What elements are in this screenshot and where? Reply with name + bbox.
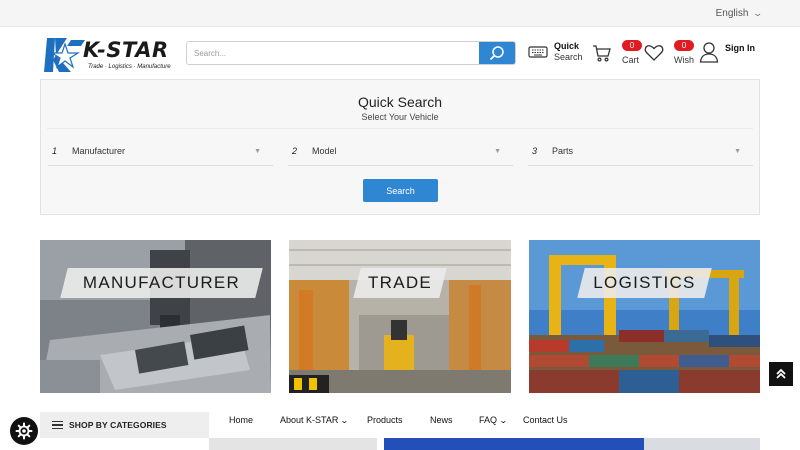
menu-icon	[52, 421, 63, 429]
port-image	[529, 240, 760, 393]
logo-tagline: Trade · Logistics · Manufacture	[88, 64, 171, 70]
parts-select[interactable]: 3 Parts ▼	[528, 141, 753, 166]
wish-label: Wish	[674, 55, 694, 65]
divider	[47, 128, 753, 129]
hero-banner-partial	[384, 438, 644, 450]
cart-count-badge: 0	[622, 40, 642, 51]
search-icon	[489, 46, 504, 61]
chevron-down-icon: ⌄	[340, 415, 350, 425]
chevron-down-icon: ⌄	[752, 8, 764, 18]
dropdown-arrow-icon: ▼	[734, 148, 741, 155]
quick-search-title: Quick Search	[357, 94, 443, 110]
nav-home[interactable]: Home	[229, 415, 253, 425]
nav-products[interactable]: Products	[367, 415, 403, 425]
site-header: K-STAR Trade · Logistics · Manufacture Q…	[0, 27, 800, 77]
quick-search-panel: Quick Search Select Your Vehicle 1 Manuf…	[40, 79, 760, 215]
search-bar	[186, 41, 516, 65]
nav-label: FAQ	[479, 415, 498, 425]
quick-search-link[interactable]: Quick Search	[528, 41, 583, 63]
select-label: Manufacturer	[72, 146, 126, 156]
cart-link[interactable]: 0 Cart	[592, 40, 648, 71]
nav-faq[interactable]: FAQ ⌄	[479, 415, 508, 425]
warehouse-image	[289, 240, 511, 393]
content-image-partial	[209, 438, 377, 450]
tile-manufacturer[interactable]: MANUFACTURER	[40, 240, 271, 393]
shop-by-categories-button[interactable]: SHOP BY CATEGORIES	[40, 412, 209, 438]
quick-search-label-2: Search	[554, 52, 583, 62]
step-number: 2	[292, 146, 298, 156]
chevron-down-icon: ⌄	[499, 415, 508, 425]
nav-about[interactable]: About K-STAR ⌄	[280, 415, 350, 425]
nav-contact[interactable]: Contact Us	[523, 415, 568, 425]
kstar-logo[interactable]: K-STAR Trade · Logistics · Manufacture	[41, 36, 176, 74]
quick-search-submit-button[interactable]: Search	[363, 179, 438, 202]
manufacturer-image	[40, 240, 271, 393]
manufacturer-select[interactable]: 1 Manufacturer ▼	[48, 141, 273, 166]
nav-label: Products	[367, 415, 403, 425]
categories-label: SHOP BY CATEGORIES	[69, 420, 167, 430]
sign-in-label: Sign In	[725, 42, 755, 53]
nav-label: About K-STAR	[280, 415, 339, 425]
arrow-up-icon	[776, 368, 786, 379]
tile-logistics[interactable]: LOGISTICS	[529, 240, 760, 393]
logo-wordmark: K-STAR	[83, 38, 169, 62]
nav-news[interactable]: News	[430, 415, 453, 425]
tile-label: MANUFACTURER	[82, 273, 241, 292]
nav-label: Home	[229, 415, 254, 425]
select-label: Model	[312, 146, 337, 156]
star-logo-icon	[44, 38, 85, 72]
dropdown-arrow-icon: ▼	[254, 148, 261, 155]
sign-in-link[interactable]: Sign In	[699, 41, 755, 63]
search-button[interactable]	[479, 42, 515, 64]
heart-icon	[644, 45, 664, 61]
search-input[interactable]	[187, 42, 479, 64]
quick-search-label-1: Quick	[554, 41, 580, 51]
nav-label: Contact Us	[523, 415, 568, 425]
cart-icon	[593, 45, 611, 62]
user-icon	[699, 42, 719, 63]
content-image-partial	[644, 438, 760, 450]
model-select[interactable]: 2 Model ▼	[288, 141, 513, 166]
step-number: 1	[52, 146, 58, 156]
wish-count-badge: 0	[674, 40, 694, 51]
step-number: 3	[532, 146, 538, 156]
back-to-top-button[interactable]	[769, 362, 793, 386]
tile-label: LOGISTICS	[593, 273, 696, 292]
tile-trade[interactable]: TRADE	[289, 240, 511, 393]
wishlist-link[interactable]: 0 Wish	[644, 40, 700, 71]
language-label: English	[715, 8, 749, 19]
quick-search-subtitle: Select Your Vehicle	[361, 112, 439, 122]
cart-label: Cart	[622, 55, 640, 65]
top-bar: English ⌄	[0, 0, 800, 27]
gear-icon	[15, 422, 33, 440]
select-label: Parts	[552, 146, 574, 156]
settings-button[interactable]	[10, 417, 38, 445]
dropdown-arrow-icon: ▼	[494, 148, 501, 155]
nav-label: News	[430, 415, 453, 425]
language-selector[interactable]: English ⌄	[715, 8, 764, 19]
keyboard-icon	[528, 46, 548, 58]
tile-label: TRADE	[367, 273, 433, 292]
